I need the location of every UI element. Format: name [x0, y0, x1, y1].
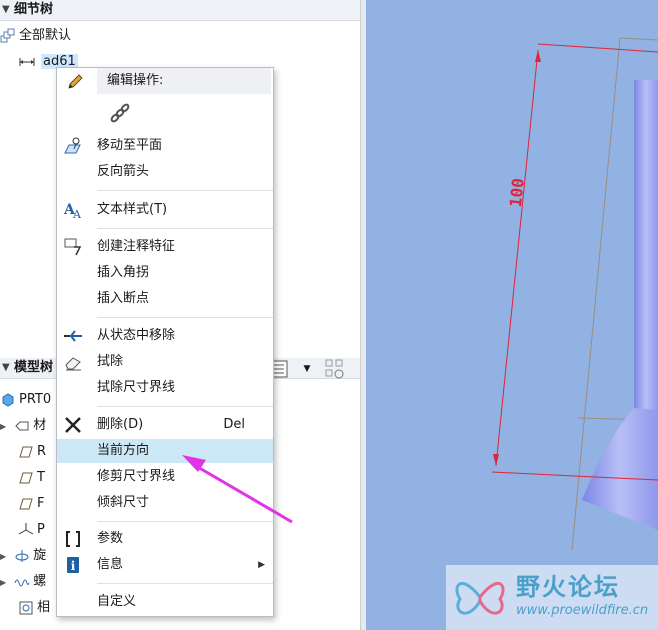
submenu-arrow-icon: ▶: [258, 560, 265, 570]
datum-plane-icon: [19, 446, 33, 457]
datum-plane-icon: [19, 498, 33, 509]
detail-tree-title: 细节树: [14, 2, 54, 17]
tree-item-csys[interactable]: P: [18, 519, 45, 541]
model-render: [491, 37, 658, 551]
tree-item-sketch[interactable]: 相: [18, 597, 50, 619]
tree-item-label: 全部默认: [19, 28, 72, 43]
menu-separator: [97, 190, 273, 191]
menu-item-create-annotation-feature[interactable]: 创建注释特征: [57, 235, 273, 259]
sketch-icon: [19, 601, 33, 614]
tree-item-label: 旋: [33, 548, 47, 563]
tree-item-datum-front[interactable]: F: [18, 493, 44, 515]
info-icon: i: [67, 557, 79, 573]
shortcut-label: Del: [223, 417, 245, 432]
menu-header: 编辑操作:: [97, 68, 271, 94]
menu-item-customize[interactable]: 自定义: [57, 590, 273, 614]
delete-x-icon: [65, 417, 81, 433]
tree-item-label: PRT0: [19, 392, 52, 407]
coordinate-system-icon: [18, 522, 34, 534]
dimension-label[interactable]: 100: [506, 177, 528, 208]
menu-item-delete[interactable]: 删除(D) Del: [57, 413, 273, 437]
watermark-title: 野火论坛: [516, 573, 620, 601]
tree-item-label: 螺: [33, 574, 47, 589]
detail-tree-header[interactable]: ▼ 细节树: [0, 0, 360, 21]
context-menu: 编辑操作: 移动至平面 反向箭头 A A 文本样式(T) 创建注释特征 插入角拐…: [56, 67, 274, 617]
menu-item-insert-jog[interactable]: 插入角拐: [57, 261, 273, 285]
layers-icon: [0, 28, 15, 42]
watermark: 野火论坛 www.proewildfire.cn: [446, 565, 658, 630]
tree-item-all-default[interactable]: 全部默认: [0, 25, 71, 47]
tree-item-helical-sweep[interactable]: ▶ 螺: [0, 571, 46, 593]
tree-item-revolve[interactable]: ▶ 旋: [0, 545, 46, 567]
datum-plane-icon: [19, 472, 33, 483]
svg-text:A: A: [72, 208, 82, 220]
dropdown-button[interactable]: ▼: [296, 358, 318, 380]
menu-separator: [97, 406, 273, 407]
revolve-icon: [15, 549, 29, 562]
menu-header-label: 编辑操作:: [107, 73, 164, 88]
menu-item-parameters[interactable]: 参数: [57, 527, 273, 551]
tree-item-part[interactable]: PRT0: [0, 389, 51, 411]
part-cube-icon: [2, 392, 14, 407]
material-icon: [15, 421, 29, 430]
move-to-plane-icon: [64, 137, 81, 154]
tree-item-material[interactable]: ▶ 材: [0, 415, 46, 437]
menu-item-insert-break[interactable]: 插入断点: [57, 287, 273, 311]
menu-separator: [97, 317, 273, 318]
watermark-url: www.proewildfire.cn: [516, 603, 649, 618]
filter-button[interactable]: [324, 358, 346, 380]
menu-item-flip-arrows[interactable]: 反向箭头: [57, 160, 273, 184]
menu-separator: [97, 521, 273, 522]
menu-item-info[interactable]: i 信息 ▶: [57, 553, 273, 577]
tree-item-label: 相: [37, 600, 51, 615]
menu-item-erase[interactable]: 拭除: [57, 350, 273, 374]
menu-item-erase-witness-line[interactable]: 拭除尺寸界线: [57, 376, 273, 400]
helical-sweep-icon: [14, 579, 30, 586]
annotation-feature-icon: [64, 238, 82, 256]
menu-separator: [97, 228, 273, 229]
tree-item-label: T: [37, 470, 45, 485]
collapse-icon[interactable]: ▼: [2, 358, 10, 378]
tree-item-label: R: [37, 444, 47, 459]
model-tree-title: 模型树: [14, 360, 54, 375]
svg-text:i: i: [71, 559, 76, 573]
tree-item-datum-top[interactable]: T: [18, 467, 45, 489]
chain-link-icon: [110, 103, 130, 123]
parameters-brackets-icon: [66, 531, 80, 547]
graphics-viewport[interactable]: 100: [366, 0, 658, 630]
dimension-icon: [19, 57, 35, 66]
eraser-icon: [65, 357, 81, 371]
expand-icon[interactable]: ▶: [0, 578, 6, 587]
tree-item-label: P: [37, 522, 45, 537]
menu-separator: [97, 583, 273, 584]
menu-item-current-orientation[interactable]: 当前方向: [57, 439, 273, 463]
menu-item-text-style[interactable]: A A 文本样式(T): [57, 198, 273, 222]
tree-item-label: 材: [33, 418, 47, 433]
tree-item-label: F: [37, 496, 45, 511]
tree-item-datum-right[interactable]: R: [18, 441, 46, 463]
model-tree-toolbar: ▼: [268, 356, 346, 382]
menu-item-slant-dimension[interactable]: 倾斜尺寸: [57, 491, 273, 515]
menu-item-move-to-plane[interactable]: 移动至平面: [57, 134, 273, 158]
menu-item-remove-from-state[interactable]: 从状态中移除: [57, 324, 273, 348]
expand-icon[interactable]: ▶: [0, 422, 6, 431]
remove-from-state-icon: [64, 330, 82, 342]
pencil-icon: [65, 72, 85, 96]
expand-icon[interactable]: ▶: [0, 552, 6, 561]
chevron-down-icon: ▼: [303, 364, 311, 374]
menu-item-trim-witness-line[interactable]: 修剪尺寸界线: [57, 465, 273, 489]
filter-tree-icon: [325, 359, 344, 379]
collapse-icon[interactable]: ▼: [2, 0, 10, 20]
chain-link-button[interactable]: [107, 100, 133, 126]
butterfly-logo-icon: [455, 582, 505, 615]
text-style-icon: A A: [63, 202, 82, 220]
